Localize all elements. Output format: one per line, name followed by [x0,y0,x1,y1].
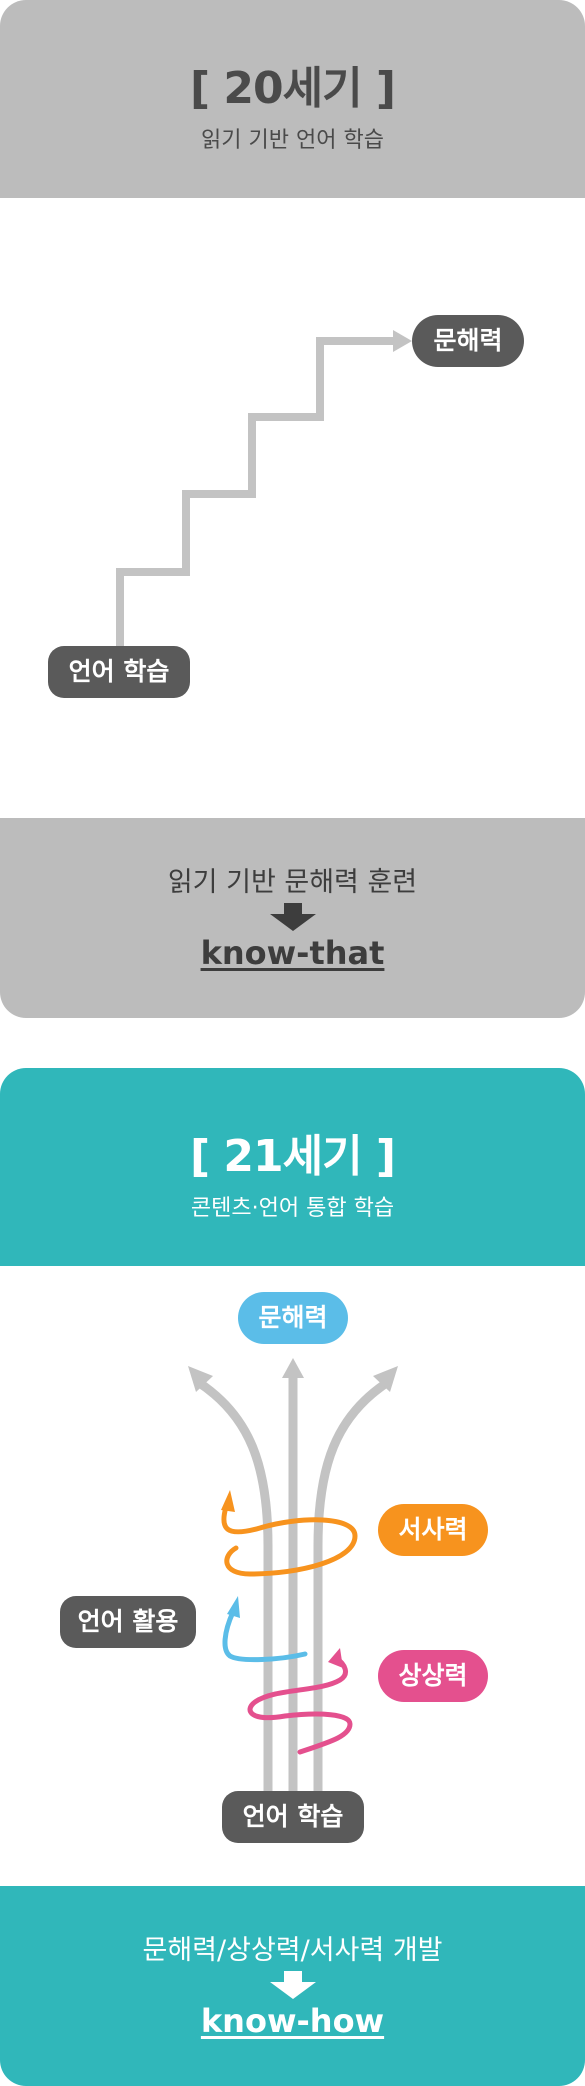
keyword-know-that-text: know-that [200,934,385,972]
imagination-label: 상상력 [378,1650,488,1702]
imagination-spiral-head-icon [328,1648,343,1668]
card-21st-century: [ 21세기 ] 콘텐츠·언어 통합 학습 문해력 서사력 언어 활용 상상력 … [0,1068,585,2086]
card-20th-century: [ 20세기 ] 읽기 기반 언어 학습 언어 학습 문해력 읽기 기반 문해력… [0,0,585,1018]
title-20th-century: [ 20세기 ] [189,63,396,114]
left-growth-arrow-line [195,1378,273,1796]
goal-label-literacy-21: 문해력 [238,1292,348,1344]
title-21st-century: [ 21세기 ] [189,1131,396,1182]
start-label-language-learning-21: 언어 학습 [222,1791,364,1843]
subtitle-21st-century: 콘텐츠·언어 통합 학습 [190,1196,395,1221]
caption-21st-century: 문해력/상상력/서사력 개발 [142,1935,443,1966]
down-arrow-icon [269,1971,316,1999]
keyword-know-how: know-how [0,2002,585,2040]
usage-spiral-head-icon [227,1596,240,1618]
usage-label-language-use: 언어 활용 [60,1596,196,1648]
staircase-arrow-head-icon [393,330,412,352]
footer-21st-century: 문해력/상상력/서사력 개발 know-how [0,1886,585,2086]
growth-diagram: 문해력 서사력 언어 활용 상상력 언어 학습 [0,1266,585,1886]
footer-20th-century: 읽기 기반 문해력 훈련 know-that [0,818,585,1018]
caption-20th-century: 읽기 기반 문해력 훈련 [167,867,418,898]
subtitle-20th-century: 읽기 기반 언어 학습 [201,128,384,153]
staircase-diagram: 언어 학습 문해력 [0,198,585,818]
center-growth-arrow-head-icon [282,1358,304,1378]
right-growth-arrow-line [313,1378,391,1796]
header-21st-century: [ 21세기 ] 콘텐츠·언어 통합 학습 [0,1068,585,1266]
keyword-know-how-text: know-how [200,2002,385,2040]
narrative-spiral-head-icon [221,1490,235,1512]
goal-label-literacy: 문해력 [412,315,524,367]
staircase-svg [116,330,412,653]
down-arrow-icon [269,903,316,931]
start-label-language-learning: 언어 학습 [48,646,190,698]
keyword-know-that: know-that [0,934,585,972]
header-20th-century: [ 20세기 ] 읽기 기반 언어 학습 [0,0,585,198]
narrative-label: 서사력 [378,1504,488,1556]
staircase-arrow-line [116,337,395,653]
